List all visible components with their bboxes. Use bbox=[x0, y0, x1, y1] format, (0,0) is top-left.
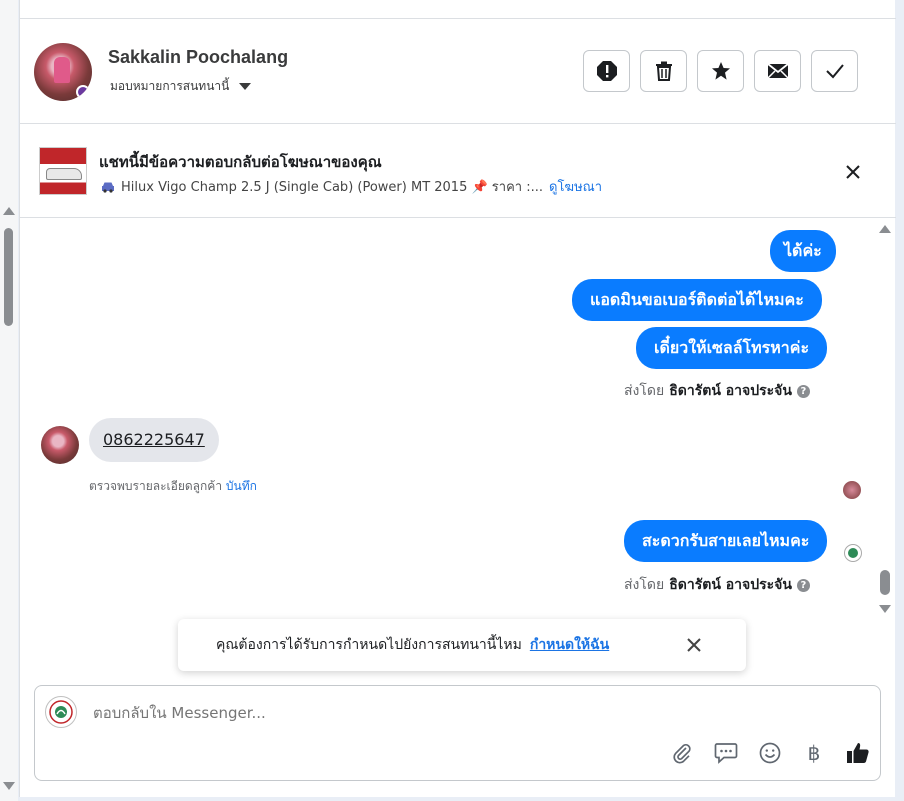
contact-avatar-small[interactable] bbox=[41, 426, 79, 464]
caret-down-icon bbox=[239, 83, 252, 90]
sent-by-label: ส่งโดย ธิดารัตน์ อาจประจัน ? bbox=[624, 574, 810, 596]
mark-spam-button[interactable] bbox=[583, 50, 630, 92]
ad-thumbnail[interactable] bbox=[39, 147, 87, 195]
help-icon[interactable]: ? bbox=[796, 578, 810, 592]
page-avatar bbox=[45, 696, 77, 728]
saved-replies-button[interactable] bbox=[713, 740, 739, 766]
emoji-button[interactable] bbox=[757, 740, 783, 766]
view-ad-link[interactable]: ดูโฆษณา bbox=[549, 176, 602, 197]
scroll-thumb[interactable] bbox=[4, 228, 13, 326]
scroll-thumb[interactable] bbox=[880, 570, 890, 595]
close-icon bbox=[687, 638, 701, 652]
like-button[interactable] bbox=[845, 740, 871, 766]
scroll-up-arrow[interactable] bbox=[879, 225, 891, 233]
trash-icon bbox=[655, 61, 672, 81]
reply-composer: ฿ bbox=[34, 685, 881, 781]
scroll-down-arrow[interactable] bbox=[879, 605, 891, 613]
assign-prompt-toast: คุณต้องการได้รับการกำหนดไปยังการสนทนานี้… bbox=[178, 619, 746, 671]
conversation-header: Sakkalin Poochalang มอบหมายการสนทนานี้ bbox=[20, 18, 896, 124]
outgoing-message[interactable]: แอดมินขอเบอร์ติดต่อได้ไหมคะ bbox=[572, 279, 822, 321]
toast-text: คุณต้องการได้รับการกำหนดไปยังการสนทนานี้… bbox=[216, 637, 522, 653]
messenger-badge-icon bbox=[76, 85, 90, 99]
assign-to-me-link[interactable]: กำหนดให้ฉัน bbox=[530, 634, 609, 656]
payment-button[interactable]: ฿ bbox=[801, 740, 827, 766]
outgoing-message[interactable]: ได้ค่ะ bbox=[770, 230, 836, 272]
incoming-message[interactable]: 0862225647 bbox=[89, 418, 219, 462]
contact-name[interactable]: Sakkalin Poochalang bbox=[108, 47, 288, 68]
assign-label: มอบหมายการสนทนานี้ bbox=[110, 79, 230, 93]
alert-octagon-icon bbox=[596, 61, 617, 81]
left-scrollbar[interactable] bbox=[0, 0, 18, 801]
contact-avatar[interactable] bbox=[34, 43, 92, 101]
mark-unread-button[interactable] bbox=[754, 50, 801, 92]
phone-number-link[interactable]: 0862225647 bbox=[103, 430, 205, 449]
ad-description: Hilux Vigo Champ 2.5 J (Single Cab) (Pow… bbox=[121, 180, 543, 195]
help-icon[interactable]: ? bbox=[796, 384, 810, 398]
star-icon bbox=[711, 62, 730, 80]
thread-scrollbar[interactable] bbox=[878, 225, 892, 615]
mark-done-button[interactable] bbox=[811, 50, 858, 92]
page-logo-icon bbox=[49, 700, 73, 724]
car-icon bbox=[102, 182, 114, 193]
ad-banner-title: แชทนี้มีข้อความตอบกลับต่อโฆษณาของคุณ bbox=[99, 153, 382, 171]
header-actions bbox=[583, 50, 858, 92]
baht-icon: ฿ bbox=[807, 741, 821, 765]
close-banner-button[interactable] bbox=[843, 162, 863, 182]
close-icon bbox=[846, 165, 860, 179]
page-avatar-icon bbox=[844, 544, 862, 562]
paperclip-icon bbox=[673, 744, 691, 764]
message-thread[interactable]: ได้ค่ะ แอดมินขอเบอร์ติดต่อได้ไหมคะ เดี๋ย… bbox=[20, 219, 896, 619]
composer-tools: ฿ bbox=[669, 740, 871, 766]
delete-button[interactable] bbox=[640, 50, 687, 92]
save-detail-link[interactable]: บันทึก bbox=[226, 479, 257, 493]
close-toast-button[interactable] bbox=[684, 635, 704, 655]
scroll-down-arrow[interactable] bbox=[3, 782, 15, 790]
customer-detail-detected: ตรวจพบรายละเอียดลูกค้า บันทึก bbox=[89, 479, 257, 493]
reply-input[interactable] bbox=[93, 704, 653, 722]
attach-button[interactable] bbox=[669, 740, 695, 766]
ad-reply-banner: แชทนี้มีข้อความตอบกลับต่อโฆษณาของคุณ Hil… bbox=[20, 125, 896, 218]
smiley-icon bbox=[759, 742, 781, 764]
conversation-panel: Sakkalin Poochalang มอบหมายการสนทนานี้ แ… bbox=[19, 0, 896, 797]
ad-details: Hilux Vigo Champ 2.5 J (Single Cab) (Pow… bbox=[101, 176, 602, 197]
chat-bubble-icon bbox=[714, 743, 738, 764]
seen-avatar bbox=[843, 481, 861, 499]
star-button[interactable] bbox=[697, 50, 744, 92]
scroll-up-arrow[interactable] bbox=[3, 207, 15, 215]
mail-icon bbox=[766, 63, 789, 79]
sent-by-label: ส่งโดย ธิดารัตน์ อาจประจัน ? bbox=[624, 380, 810, 402]
outgoing-message[interactable]: เดี๋ยวให้เซลล์โทรหาค่ะ bbox=[636, 327, 828, 369]
outgoing-message[interactable]: สะดวกรับสายเลยไหมคะ bbox=[624, 520, 828, 562]
check-icon bbox=[825, 64, 844, 79]
thumbs-up-icon bbox=[847, 743, 869, 763]
assign-dropdown[interactable]: มอบหมายการสนทนานี้ bbox=[110, 77, 252, 96]
